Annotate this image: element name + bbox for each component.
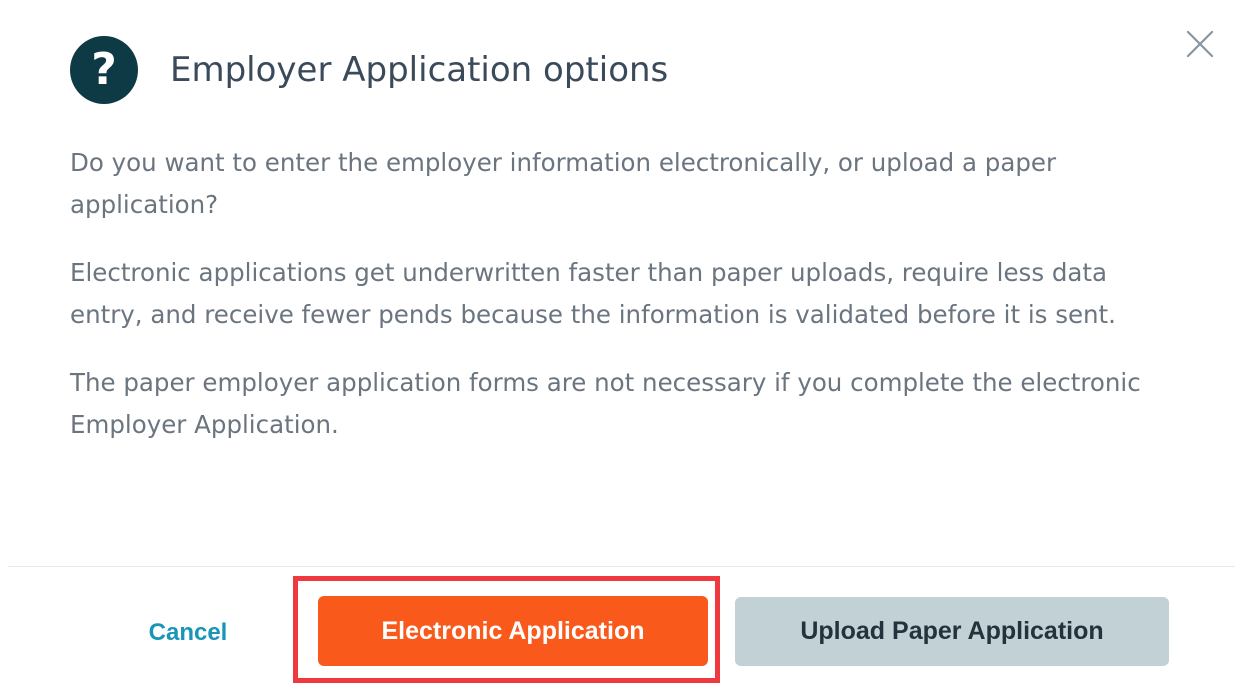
dialog-title: Employer Application options: [170, 50, 669, 90]
employer-application-dialog: ? Employer Application options Do you wa…: [0, 0, 1243, 689]
dialog-body: Do you want to enter the employer inform…: [70, 142, 1180, 472]
dialog-footer: Cancel Electronic Application Upload Pap…: [0, 567, 1243, 689]
close-icon[interactable]: [1180, 24, 1220, 64]
body-paragraph-note: The paper employer application forms are…: [70, 368, 1141, 439]
electronic-application-button[interactable]: Electronic Application: [318, 596, 708, 666]
upload-paper-application-button[interactable]: Upload Paper Application: [735, 597, 1169, 666]
body-paragraph-choice: Do you want to enter the employer inform…: [70, 148, 1057, 219]
help-icon-glyph: ?: [91, 44, 117, 95]
body-paragraph-benefits: Electronic applications get underwritten…: [70, 258, 1116, 329]
question-circle-icon: ?: [70, 36, 138, 104]
dialog-header: ? Employer Application options: [70, 36, 668, 104]
cancel-button[interactable]: Cancel: [128, 615, 248, 651]
